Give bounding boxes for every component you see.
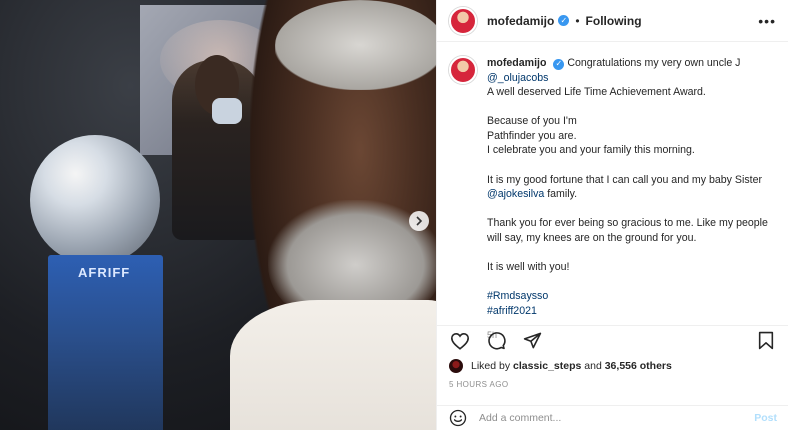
trophy-base	[48, 255, 163, 430]
caption-text: mofedamijo ✓ Congratulations my very own…	[487, 56, 776, 348]
caption-username[interactable]: mofedamijo	[487, 57, 546, 69]
bookmark-icon[interactable]	[755, 330, 777, 352]
username-link[interactable]: mofedamijo	[487, 14, 554, 28]
caption-para4: Thank you for ever being so gracious to …	[487, 217, 768, 244]
comment-bar: Post	[437, 405, 788, 430]
caption-line2: A well deserved Life Time Achievement Aw…	[487, 86, 706, 99]
mention-olujacobs[interactable]: @_olujacobs	[487, 72, 548, 84]
post-comment-button[interactable]: Post	[754, 412, 777, 424]
action-bar	[437, 325, 788, 355]
avatar[interactable]	[449, 6, 477, 35]
grey-hair	[275, 0, 436, 90]
comment-input[interactable]	[479, 412, 755, 424]
posted-time[interactable]: 5 HOURS AGO	[449, 380, 509, 389]
comment-icon[interactable]	[485, 330, 507, 352]
likes-count[interactable]: 36,556 others	[605, 360, 672, 372]
post-header: mofedamijo ✓ • Following •••	[437, 0, 788, 42]
post-photo[interactable]: AFRIFF	[0, 0, 436, 430]
emoji-icon[interactable]	[449, 409, 467, 427]
likes-prefix: Liked by	[471, 360, 511, 372]
caption-para2-line3: I celebrate you and your family this mor…	[487, 144, 695, 157]
caption-line1: Congratulations my very own uncle J	[567, 57, 741, 69]
more-options-icon[interactable]: •••	[758, 13, 776, 29]
trophy-globe	[30, 135, 160, 265]
liker-username[interactable]: classic_steps	[513, 360, 581, 372]
verified-badge-icon: ✓	[558, 15, 570, 26]
caption-para5: It is well with you!	[487, 260, 570, 273]
share-icon[interactable]	[521, 330, 543, 352]
face-mask	[212, 98, 242, 124]
caption-area: mofedamijo ✓ Congratulations my very own…	[437, 42, 788, 348]
following-button[interactable]: Following	[586, 14, 642, 28]
hashtag-afriff2021[interactable]: #afriff2021	[487, 305, 537, 317]
likes-summary: Liked by classic_steps and 36,556 others	[449, 359, 672, 373]
caption-para3: It is my good fortune that I can call yo…	[487, 173, 762, 186]
caption-avatar[interactable]	[449, 56, 477, 84]
mention-ajokesilva[interactable]: @ajokesilva	[487, 188, 544, 200]
likes-middle: and	[584, 360, 602, 372]
caption-para2-line2: Pathfinder you are.	[487, 129, 577, 142]
verified-badge-icon: ✓	[553, 58, 565, 70]
hashtag-rmdsaysso[interactable]: #Rmdsaysso	[487, 290, 548, 302]
white-shirt	[230, 300, 436, 430]
caption-para3-end: family.	[544, 188, 578, 201]
chevron-right-icon[interactable]	[409, 211, 429, 231]
separator-dot: •	[575, 13, 580, 28]
post-side-panel: mofedamijo ✓ • Following ••• mofedamijo …	[436, 0, 788, 430]
trophy-label: AFRIFF	[78, 265, 131, 280]
liker-avatar[interactable]	[449, 359, 463, 373]
heart-icon[interactable]	[449, 330, 471, 352]
caption-para2-line1: Because of you I'm	[487, 115, 577, 128]
